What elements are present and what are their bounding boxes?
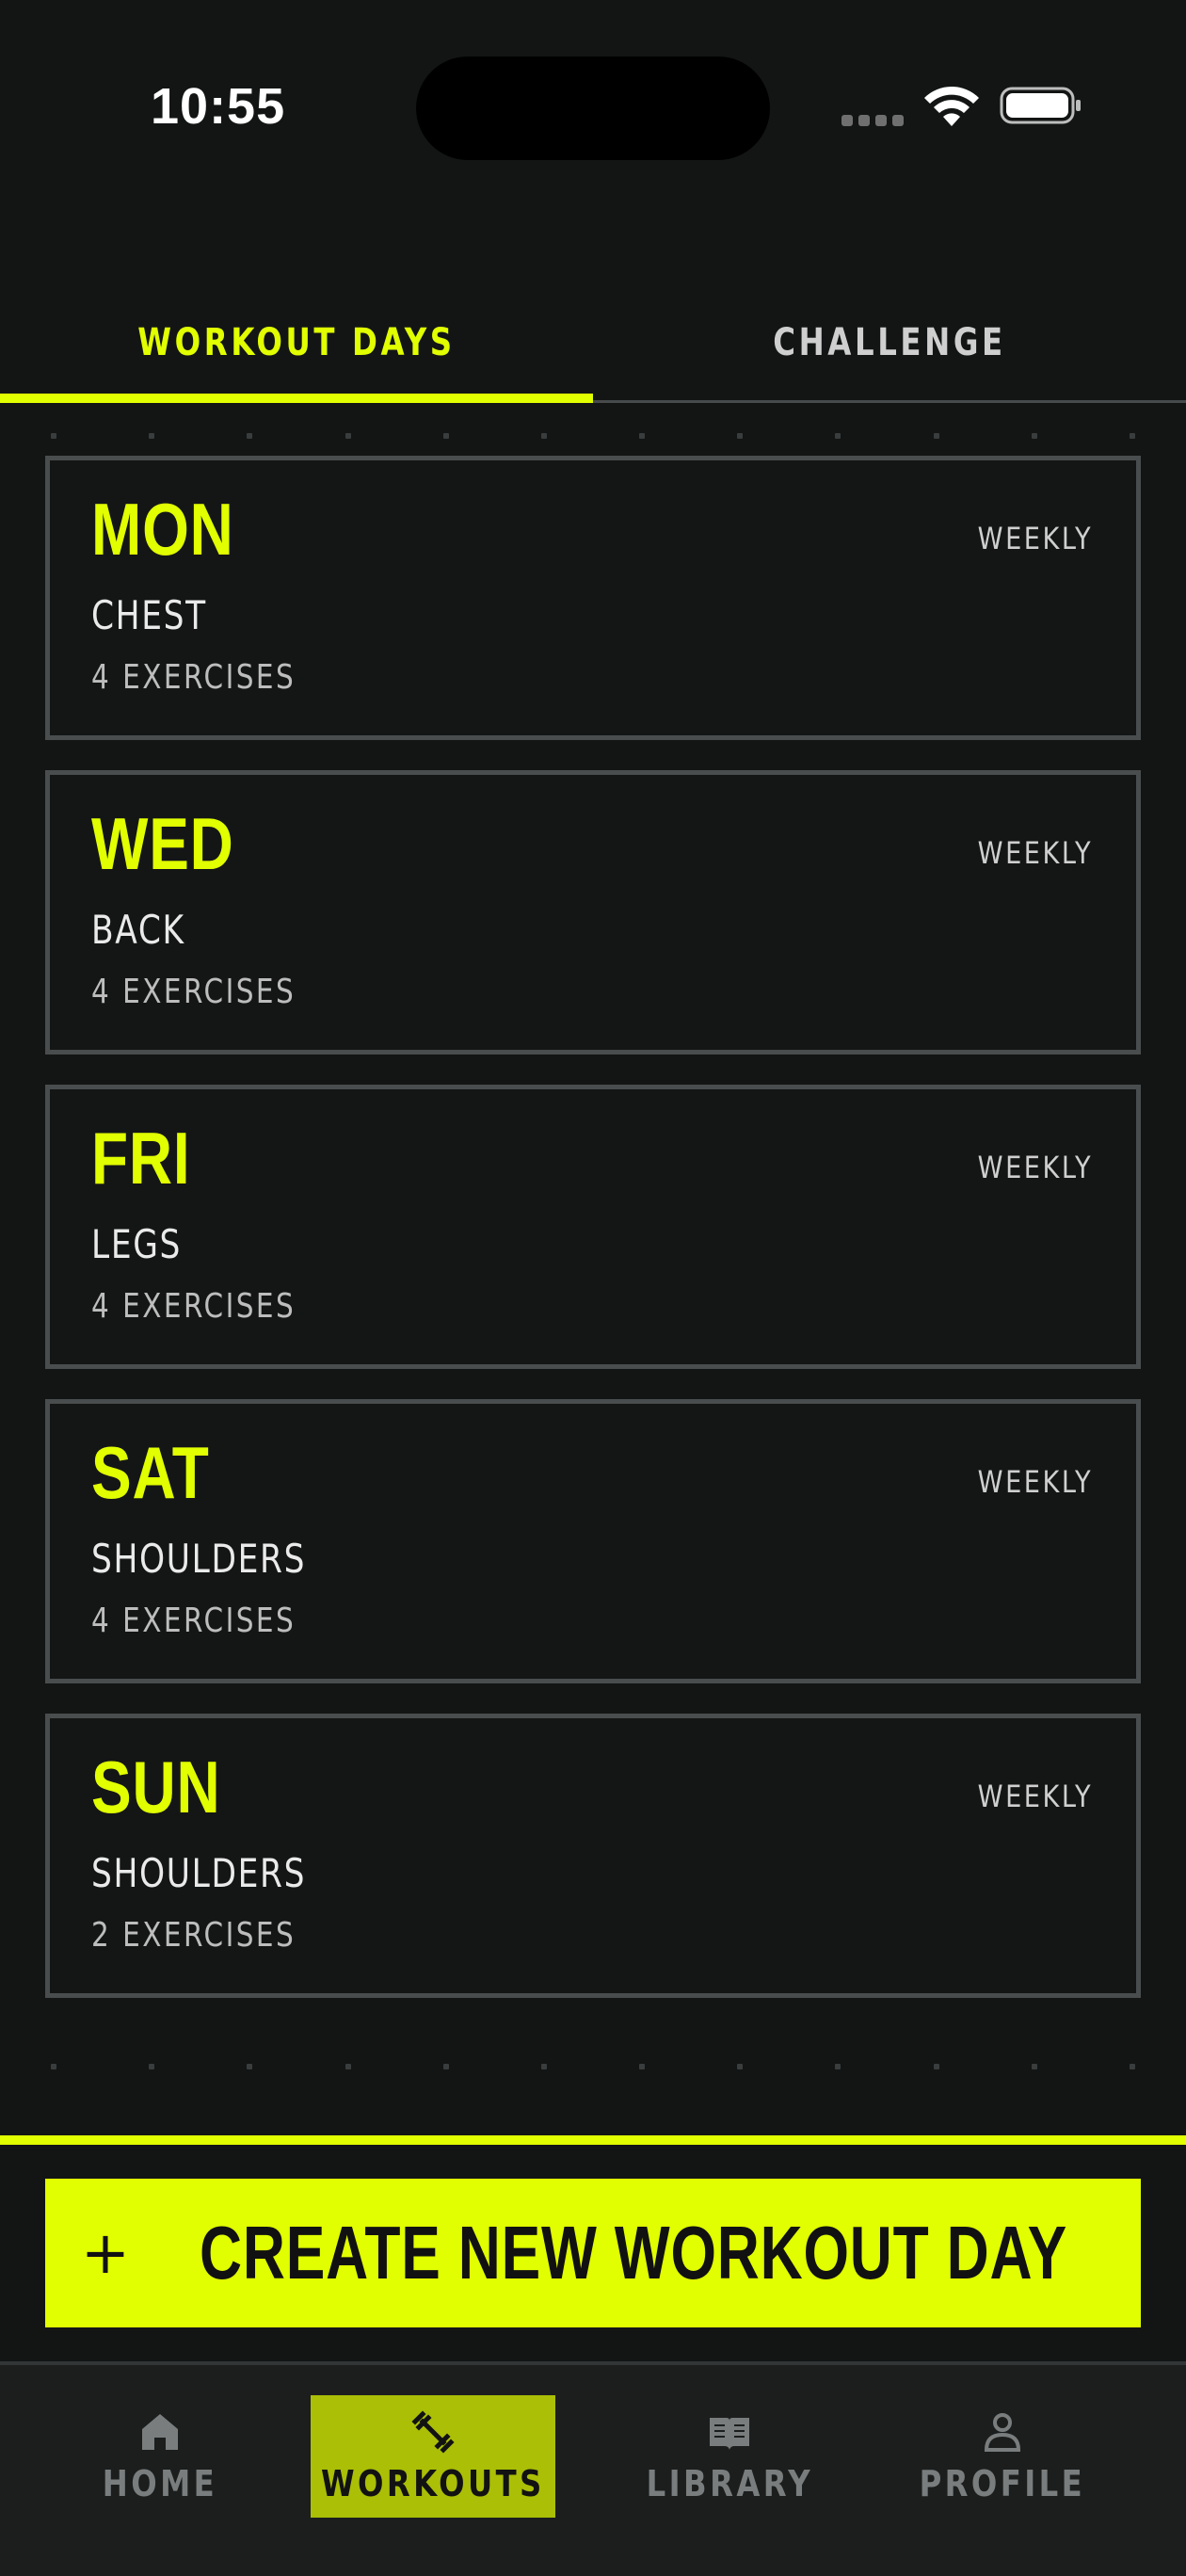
dumbbell-icon — [411, 2410, 455, 2454]
person-icon — [984, 2413, 1021, 2452]
nav-workouts[interactable]: WORKOUTS — [311, 2395, 555, 2518]
segment-tabs: WORKOUT DAYS CHALLENGE — [0, 282, 1186, 403]
tab-workout-days[interactable]: WORKOUT DAYS — [30, 282, 564, 403]
workout-day-card[interactable]: SUN WEEKLY SHOULDERS 2 EXERCISES — [45, 1714, 1141, 1998]
nav-profile[interactable]: PROFILE — [920, 2395, 1082, 2518]
day-name: FRI — [91, 1117, 191, 1199]
day-focus: BACK — [91, 907, 185, 953]
day-focus: CHEST — [91, 592, 207, 638]
home-icon — [142, 2414, 178, 2450]
exercise-count: 4 EXERCISES — [91, 973, 296, 1011]
workout-day-list: MON WEEKLY CHEST 4 EXERCISES WED WEEKLY … — [45, 456, 1141, 2028]
battery-icon — [1000, 87, 1081, 124]
signal-dots-icon — [841, 115, 904, 126]
dot-pattern — [51, 433, 1135, 439]
workout-day-card[interactable]: SAT WEEKLY SHOULDERS 4 EXERCISES — [45, 1399, 1141, 1683]
day-focus: SHOULDERS — [91, 1536, 307, 1582]
exercise-count: 4 EXERCISES — [91, 658, 296, 697]
status-bar: 10:55 — [0, 0, 1186, 188]
plus-icon: + — [81, 2218, 130, 2287]
bottom-tab-bar: HOME WORKOUTS LIBRARY PROFILE — [0, 2361, 1186, 2576]
day-name: SUN — [91, 1746, 221, 1828]
day-frequency: WEEKLY — [977, 1779, 1093, 1814]
nav-label: HOME — [102, 2463, 218, 2504]
dynamic-island — [416, 56, 770, 160]
day-focus: SHOULDERS — [91, 1850, 307, 1896]
day-frequency: WEEKLY — [977, 1150, 1093, 1185]
workout-day-card[interactable]: FRI WEEKLY LEGS 4 EXERCISES — [45, 1085, 1141, 1369]
day-frequency: WEEKLY — [977, 1464, 1093, 1500]
tab-challenge[interactable]: CHALLENGE — [623, 282, 1157, 403]
dot-pattern — [51, 2064, 1135, 2069]
day-focus: LEGS — [91, 1221, 183, 1267]
nav-label: LIBRARY — [646, 2463, 813, 2504]
nav-label: PROFILE — [919, 2463, 1086, 2504]
nav-home[interactable]: HOME — [94, 2395, 226, 2518]
workout-day-card[interactable]: WED WEEKLY BACK 4 EXERCISES — [45, 770, 1141, 1055]
day-name: WED — [91, 802, 234, 885]
exercise-count: 4 EXERCISES — [91, 1602, 296, 1640]
exercise-count: 4 EXERCISES — [91, 1287, 296, 1326]
day-name: SAT — [91, 1431, 210, 1514]
status-time: 10:55 — [151, 78, 286, 135]
book-icon — [710, 2418, 749, 2450]
day-name: MON — [91, 488, 234, 571]
day-frequency: WEEKLY — [977, 521, 1093, 556]
active-tab-indicator — [0, 394, 593, 403]
exercise-count: 2 EXERCISES — [91, 1916, 296, 1955]
action-divider — [0, 2135, 1186, 2145]
create-workout-day-button[interactable]: + CREATE NEW WORKOUT DAY — [45, 2179, 1141, 2327]
create-button-label: CREATE NEW WORKOUT DAY — [199, 2211, 1067, 2294]
day-frequency: WEEKLY — [977, 835, 1093, 871]
nav-library[interactable]: LIBRARY — [646, 2395, 813, 2518]
workout-day-card[interactable]: MON WEEKLY CHEST 4 EXERCISES — [45, 456, 1141, 740]
wifi-icon — [924, 86, 979, 126]
nav-label: WORKOUTS — [321, 2463, 545, 2504]
